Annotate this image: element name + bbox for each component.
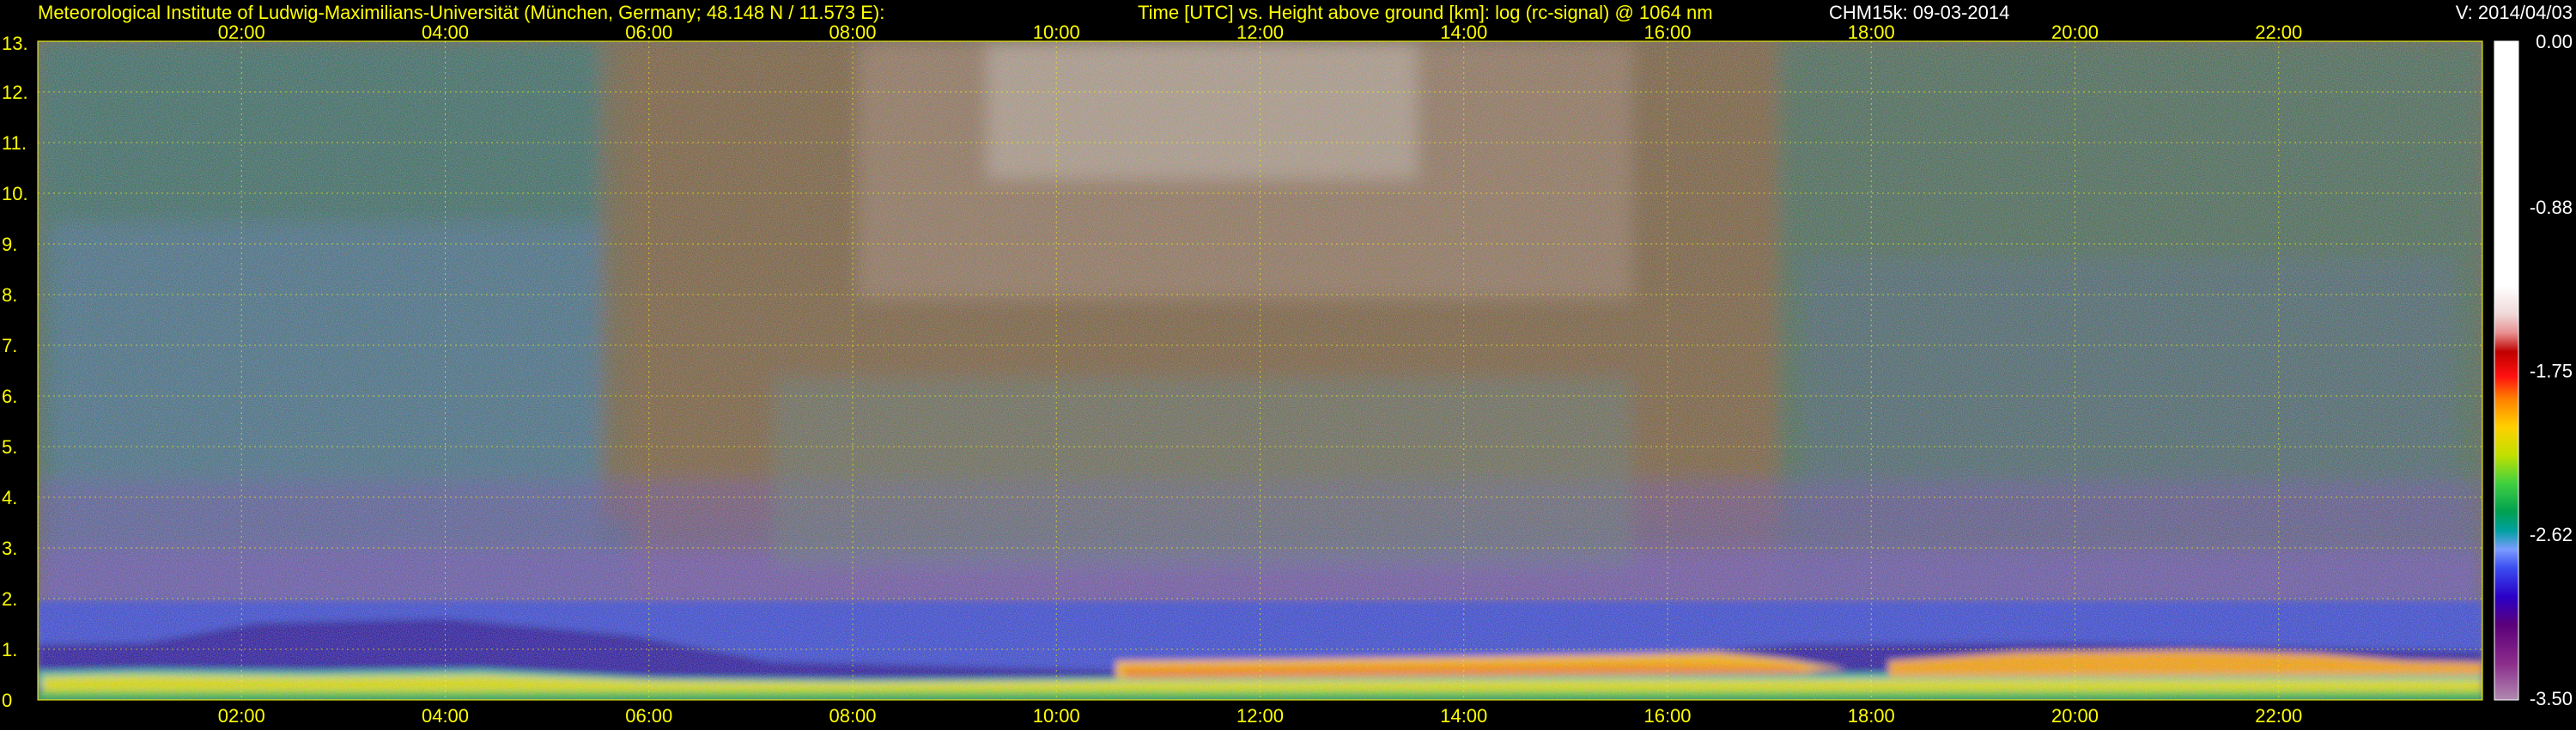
y-tick-label-13: 13. — [2, 33, 28, 54]
y-tick-label-11: 11. — [2, 132, 27, 154]
x-tick-label-top-2: 06:00 — [625, 21, 672, 43]
institute-header: Meteorological Institute of Ludwig-Maxim… — [38, 2, 884, 23]
x-tick-label-top-6: 14:00 — [1440, 21, 1487, 43]
x-tick-label-bottom-10: 22:00 — [2255, 705, 2302, 727]
y-ticks: 0 1. 2. 3. 4. 5. 6. 7. 8. 9. 10. 11. 12. 13. — [2, 33, 28, 711]
y-tick-label-2: 2. — [2, 588, 17, 610]
y-tick-label-6: 6. — [2, 386, 17, 407]
y-tick-label-8: 8. — [2, 284, 17, 306]
y-tick-label-5: 5. — [2, 436, 17, 458]
plot-description-header: Time [UTC] vs. Height above ground [km]:… — [1138, 2, 1713, 23]
x-tick-label-bottom-6: 14:00 — [1440, 705, 1487, 727]
y-tick-label-3: 3. — [2, 538, 17, 559]
y-tick-label-1: 1. — [2, 639, 17, 660]
colorbar-ticks: 0.00 -0.88 -1.75 -2.62 -3.50 — [2530, 31, 2573, 709]
instrument-date-header: CHM15k: 09-03-2014 — [1829, 2, 2009, 23]
colorbar — [2494, 40, 2519, 701]
backscatter-chart: Meteorological Institute of Ludwig-Maxim… — [2, 2, 2573, 727]
x-tick-label-bottom-4: 10:00 — [1033, 705, 1080, 727]
x-tick-label-top-4: 10:00 — [1033, 21, 1080, 43]
x-tick-label-top-1: 04:00 — [422, 21, 469, 43]
x-tick-label-bottom-1: 04:00 — [422, 705, 469, 727]
y-tick-label-0: 0 — [2, 690, 12, 711]
x-tick-label-bottom-8: 18:00 — [1848, 705, 1895, 727]
version-header: V: 2014/04/03 — [2456, 2, 2573, 23]
ceilometer-plot: Meteorological Institute of Ludwig-Maxim… — [0, 0, 2576, 730]
x-ticks-bottom: 02:00 04:00 06:00 08:00 10:00 12:00 14:00 16:00… — [218, 705, 2303, 727]
x-tick-label-top-5: 12:00 — [1236, 21, 1284, 43]
x-tick-label-top-3: 08:00 — [829, 21, 876, 43]
x-tick-label-top-8: 18:00 — [1848, 21, 1895, 43]
x-ticks-top: 02:00 04:00 06:00 08:00 10:00 12:00 14:00 16:00… — [218, 21, 2303, 43]
x-tick-label-bottom-7: 16:00 — [1643, 705, 1691, 727]
x-tick-label-bottom-2: 06:00 — [625, 705, 672, 727]
x-tick-label-top-10: 22:00 — [2255, 21, 2302, 43]
colorbar-tick-label-0: 0.00 — [2536, 31, 2573, 52]
x-tick-label-bottom-9: 20:00 — [2051, 705, 2099, 727]
y-tick-label-10: 10. — [2, 183, 28, 204]
y-tick-label-9: 9. — [2, 234, 17, 255]
colorbar-tick-label-3: -2.62 — [2530, 524, 2573, 545]
x-tick-label-bottom-5: 12:00 — [1236, 705, 1284, 727]
colorbar-tick-label-1: -0.88 — [2530, 197, 2573, 218]
colorbar-tick-label-2: -1.75 — [2530, 361, 2573, 382]
x-tick-label-top-7: 16:00 — [1643, 21, 1691, 43]
colorbar-tick-label-4: -3.50 — [2530, 688, 2573, 709]
y-tick-label-4: 4. — [2, 487, 17, 508]
x-tick-label-bottom-3: 08:00 — [829, 705, 876, 727]
y-tick-label-7: 7. — [2, 335, 17, 356]
x-tick-label-bottom-0: 02:00 — [218, 705, 265, 727]
y-tick-label-12: 12. — [2, 82, 28, 103]
x-tick-label-top-9: 20:00 — [2051, 21, 2099, 43]
x-tick-label-top-0: 02:00 — [218, 21, 265, 43]
